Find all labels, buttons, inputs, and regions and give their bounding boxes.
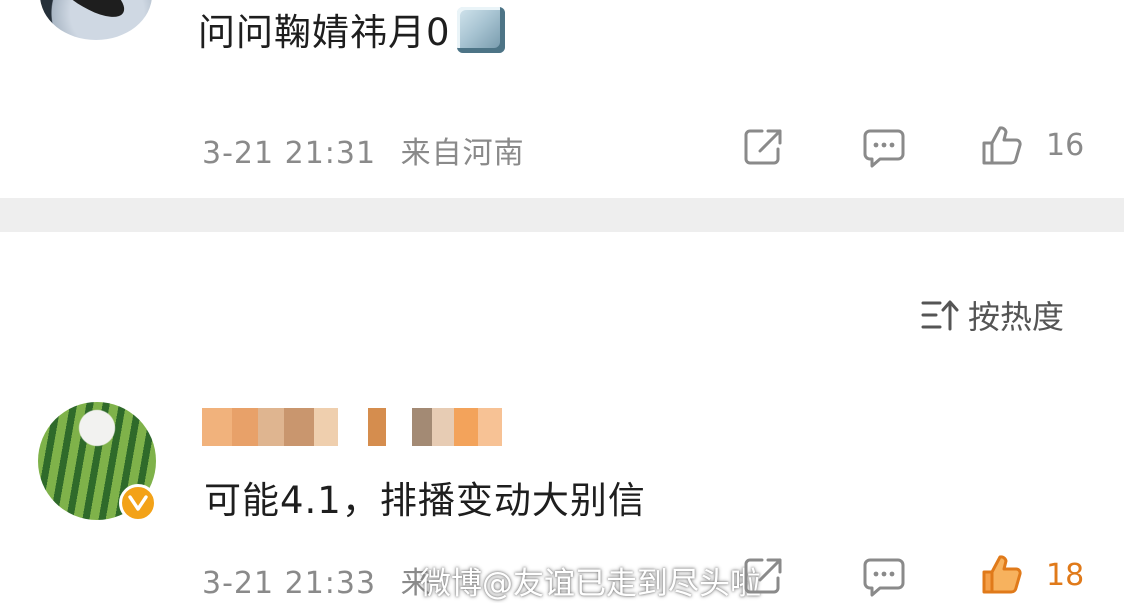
watermark: 微博@友谊已走到尽头啦 — [420, 566, 761, 602]
comment-body-top: 问问鞠婧祎月0 — [198, 2, 505, 56]
like-count: 18 — [1046, 558, 1085, 593]
sort-label: 按热度 — [968, 298, 1065, 336]
share-icon[interactable] — [742, 554, 786, 598]
share-icon[interactable] — [742, 125, 786, 169]
username-blurred[interactable] — [202, 408, 502, 446]
comment-icon[interactable] — [862, 125, 906, 169]
section-divider — [0, 198, 1124, 232]
comment-text: 问问鞠婧祎月0 — [198, 11, 451, 54]
timestamp: 3-21 21:33 — [202, 566, 377, 601]
sort-by-hot-button[interactable]: 按热度 — [920, 292, 1064, 338]
comment-meta-main: 3-21 21:33 来 — [202, 558, 432, 602]
like-icon-active[interactable] — [980, 552, 1024, 596]
v-icon — [128, 495, 148, 511]
like-count: 16 — [1046, 128, 1085, 163]
comment-icon[interactable] — [862, 554, 906, 598]
sort-icon — [921, 300, 959, 331]
blue-square-emoji — [456, 7, 505, 53]
location: 来自河南 — [400, 136, 525, 171]
comment-text: 可能4.1，排播变动大别信 — [204, 479, 646, 522]
comment-meta-top: 3-21 21:31 来自河南 — [202, 128, 525, 172]
timestamp: 3-21 21:31 — [202, 136, 377, 171]
like-icon[interactable] — [980, 123, 1024, 167]
verified-badge-icon — [119, 484, 157, 522]
avatar[interactable] — [40, 0, 152, 40]
